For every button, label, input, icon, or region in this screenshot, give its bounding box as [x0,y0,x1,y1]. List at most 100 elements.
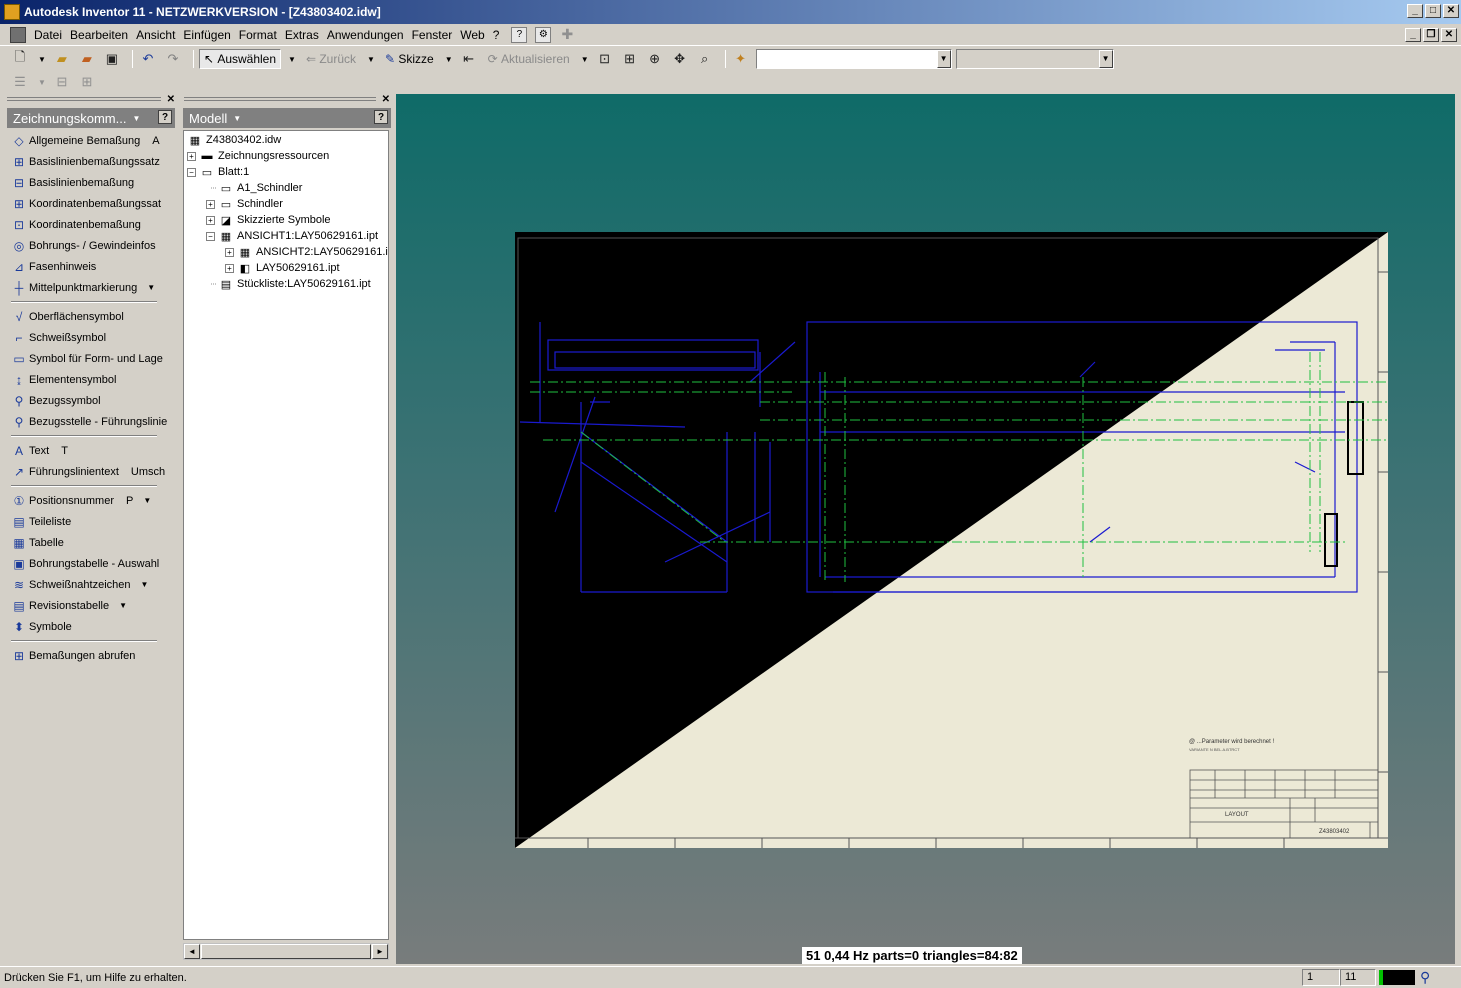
layer-combo[interactable]: ▼ [755,49,952,69]
menu-anwendungen[interactable]: Anwendungen [323,28,408,42]
command-item[interactable]: ▦ Tabelle [5,532,177,553]
list-view-icon[interactable]: ☰ [10,72,30,92]
command-item[interactable]: ⊡ Koordinatenbemaßung [5,214,177,235]
command-item[interactable]: ① Positionsnummer P ▼ [5,490,177,511]
tree-node[interactable]: − ▭ Blatt:1 [187,164,249,180]
style-editor-icon[interactable]: ✦ [731,49,751,69]
tree-node[interactable]: + ▦ ANSICHT2:LAY50629161.i [225,244,388,260]
back-dropdown-icon[interactable]: ▼ [367,55,375,64]
menu-ansicht[interactable]: Ansicht [132,28,179,42]
new-file-icon[interactable]: 🗋 [10,49,30,69]
command-item[interactable]: ⚲ Bezugsstelle - Führungslinie [5,411,177,432]
zoom-window-icon[interactable]: ⊞ [620,49,640,69]
close-button[interactable]: ✕ [1443,4,1459,18]
command-item[interactable]: ⚲ Bezugssymbol [5,390,177,411]
menu-extras[interactable]: Extras [281,28,323,42]
project-icon[interactable]: ▰ [77,49,97,69]
collapse-icon[interactable]: − [206,231,215,241]
style-combo[interactable]: ▼ [955,49,1114,69]
close-icon[interactable]: ✕ [382,94,390,105]
inventor-app-icon[interactable] [4,4,20,20]
doc-restore-button[interactable]: ❐ [1423,28,1439,42]
menu-web[interactable]: Web [456,28,488,42]
document-menu-icon[interactable] [10,26,26,43]
command-item[interactable]: A Text T [5,440,177,461]
menu-format[interactable]: Format [235,28,281,42]
command-item[interactable]: ↨ Elementensymbol [5,369,177,390]
scroll-right-icon[interactable]: ► [372,944,388,959]
expand-icon[interactable]: + [225,247,234,257]
return-icon[interactable]: ⇤ [459,49,479,69]
expand-icon[interactable]: + [187,151,196,161]
panel-header[interactable]: Zeichnungskomm... ▼ ? [7,108,175,128]
back-button[interactable]: ⇐ Zurück [302,49,360,69]
tree-node[interactable]: ▭ A1_Schindler [206,180,303,196]
menu-fenster[interactable]: Fenster [408,28,457,42]
chevron-down-icon[interactable]: ▼ [147,283,155,292]
command-item[interactable]: ⊿ Fasenhinweis [5,256,177,277]
command-item[interactable]: ◎ Bohrungs- / Gewindeinfos [5,235,177,256]
command-item[interactable]: ┼ Mittelpunktmarkierung ▼ [5,277,177,298]
expand-icon[interactable]: + [206,215,215,225]
tree-node[interactable]: ▤ Stückliste:LAY50629161.ipt [206,276,371,292]
chevron-down-icon[interactable]: ▼ [1098,50,1113,68]
select-button[interactable]: ↖ Auswählen [198,49,282,69]
command-item[interactable]: ▤ Teileliste [5,511,177,532]
zoom-icon[interactable]: ⊕ [645,49,665,69]
tree-node[interactable]: + ◧ LAY50629161.ipt [225,260,340,276]
graphics-window[interactable]: @ ...Parameter wird berechnet ! VARIANTE… [396,94,1455,964]
update-button[interactable]: ⟳ Aktualisieren [484,49,574,69]
command-item[interactable]: ⬍ Symbole [5,616,177,637]
menu-einfuegen[interactable]: Einfügen [179,28,234,42]
close-icon[interactable]: ✕ [167,94,175,105]
chevron-down-icon[interactable]: ▼ [119,601,127,610]
tree-node[interactable]: + ▭ Schindler [206,196,283,212]
design-support-icon[interactable]: ⚙ [535,26,552,43]
save-icon[interactable]: ▣ [102,49,122,69]
maximize-button[interactable]: □ [1425,4,1441,18]
chevron-down-icon[interactable]: ▼ [233,114,241,123]
new-dropdown-icon[interactable]: ▼ [38,55,46,64]
menu-help[interactable]: ? [489,28,504,42]
panel-grip[interactable]: ✕ [182,94,392,106]
expand-icon[interactable]: + [206,199,215,209]
whats-this-icon[interactable]: ? [511,26,528,43]
chevron-down-icon[interactable]: ▼ [141,580,149,589]
tree-node[interactable]: + ▬ Zeichnungsressourcen [187,148,329,164]
tree-node[interactable]: − ▦ ANSICHT1:LAY50629161.ipt [206,228,378,244]
copy-properties-icon[interactable]: ⊞ [77,72,97,92]
tree-node[interactable]: + ◪ Skizzierte Symbole [206,212,331,228]
doc-minimize-button[interactable]: _ [1405,28,1421,42]
tree-node[interactable]: ▦ Z43803402.idw [187,132,281,148]
select-dropdown-icon[interactable]: ▼ [288,55,296,64]
command-item[interactable]: ⊞ Bemaßungen abrufen [5,645,177,666]
update-dropdown-icon[interactable]: ▼ [581,55,589,64]
command-item[interactable]: ↗ Führungslinientext Umsch [5,461,177,482]
horizontal-scrollbar[interactable]: ◄ ► [183,943,389,960]
expand-icon[interactable]: + [225,263,234,273]
chevron-down-icon[interactable]: ▼ [132,114,140,123]
chevron-down-icon[interactable]: ▼ [936,50,951,68]
command-item[interactable]: ▣ Bohrungstabelle - Auswahl [5,553,177,574]
scroll-left-icon[interactable]: ◄ [184,944,200,959]
command-item[interactable]: ▤ Revisionstabelle ▼ [5,595,177,616]
panel-grip[interactable]: ✕ [5,94,177,106]
scroll-thumb[interactable] [201,944,371,959]
pan-icon[interactable]: ✥ [670,49,690,69]
add-icon[interactable]: ✚ [559,27,575,43]
command-item[interactable]: ⊞ Basislinienbemaßungssatz [5,151,177,172]
command-item[interactable]: ⊟ Basislinienbemaßung [5,172,177,193]
doc-close-button[interactable]: ✕ [1441,28,1457,42]
collapse-icon[interactable]: − [187,167,196,177]
menu-datei[interactable]: Datei [30,28,66,42]
help-icon[interactable]: ? [158,110,172,124]
look-at-icon[interactable]: ⌕ [695,49,715,69]
command-item[interactable]: ◇ Allgemeine Bemaßung A [5,130,177,151]
command-item[interactable]: ≋ Schweißnahtzeichen ▼ [5,574,177,595]
properties-icon[interactable]: ⊟ [52,72,72,92]
command-item[interactable]: ⌐ Schweißsymbol [5,327,177,348]
menu-bearbeiten[interactable]: Bearbeiten [66,28,132,42]
sketch-dropdown-icon[interactable]: ▼ [445,55,453,64]
browser-header[interactable]: Modell ▼ ? [183,108,391,128]
chevron-down-icon[interactable]: ▼ [143,496,151,505]
